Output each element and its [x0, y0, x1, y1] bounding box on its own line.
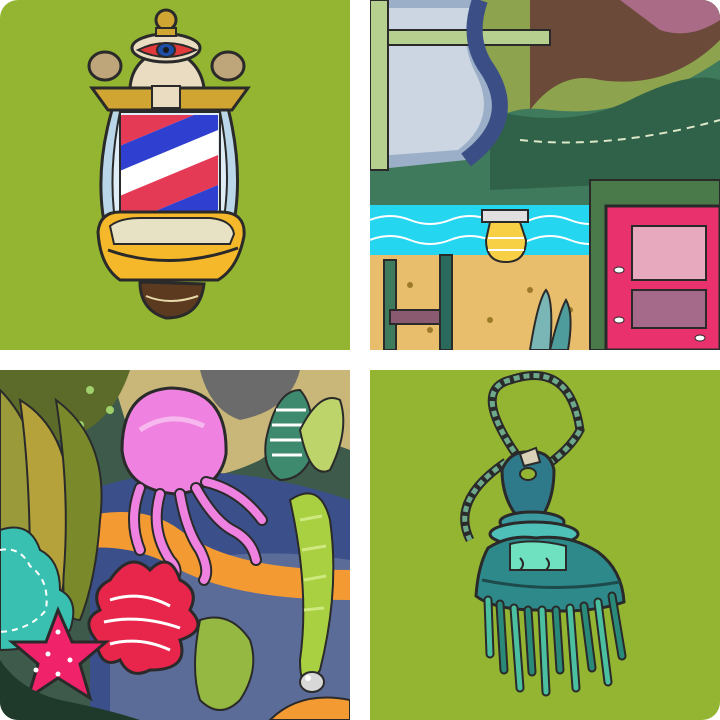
tile-jellyfish-reef[interactable]: [0, 370, 350, 720]
tile-barber-pole[interactable]: [0, 0, 350, 350]
coastal-scene-illustration: [370, 0, 720, 350]
jellyfish-brush-charm-illustration: [370, 370, 720, 720]
barber-pole-illustration: [0, 0, 350, 350]
tile-coastal-scene[interactable]: [370, 0, 720, 350]
tile-jellyfish-brush-charm[interactable]: [370, 370, 720, 720]
jellyfish-reef-illustration: [0, 370, 350, 720]
image-tile-grid: [0, 0, 720, 720]
